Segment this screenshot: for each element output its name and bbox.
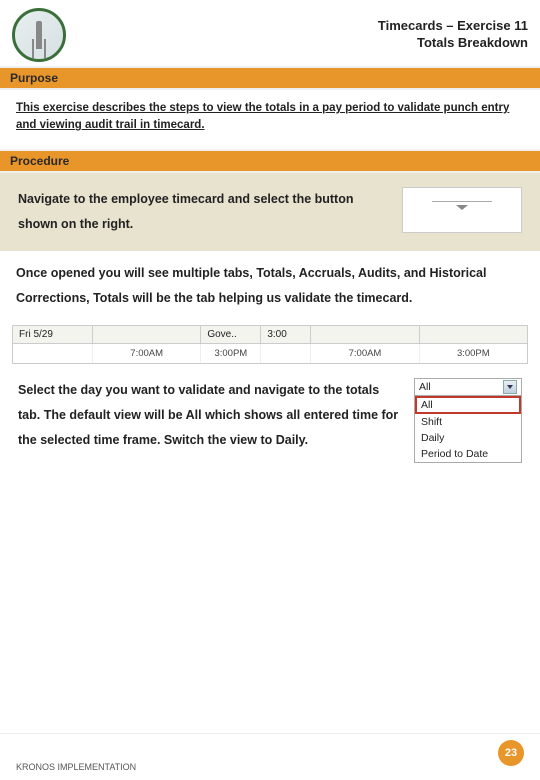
page-number-badge: 23 — [498, 740, 524, 766]
table-row: 7:00AM 3:00PM 7:00AM 3:00PM — [13, 344, 527, 363]
page-footer: KRONOS IMPLEMENTATION 23 — [0, 733, 540, 780]
header-mid: Gove.. — [201, 326, 261, 343]
chevron-down-icon — [432, 201, 492, 219]
header-date: Fri 5/29 — [13, 326, 93, 343]
purpose-text: This exercise describes the steps to vie… — [0, 90, 540, 149]
chevron-down-icon[interactable] — [503, 380, 517, 394]
dropdown-option-shift[interactable]: Shift — [415, 414, 521, 430]
step1-block: Navigate to the employee timecard and se… — [0, 173, 540, 251]
title-line2: Totals Breakdown — [66, 35, 528, 52]
dropdown-option-period[interactable]: Period to Date — [415, 446, 521, 462]
cell-out2: 3:00PM — [420, 344, 527, 363]
cell-in2: 7:00AM — [311, 344, 419, 363]
expand-drawer-button[interactable] — [402, 187, 522, 233]
header-val: 3:00 — [261, 326, 311, 343]
cell-out1: 3:00PM — [201, 344, 261, 363]
section-procedure: Procedure — [0, 149, 540, 173]
table-header-row: Fri 5/29 Gove.. 3:00 — [13, 326, 527, 344]
dropdown-list: All Shift Daily Period to Date — [414, 396, 522, 463]
dropdown-value: All — [419, 381, 431, 393]
step3-block: Select the day you want to validate and … — [0, 364, 540, 467]
dropdown-option-all[interactable]: All — [415, 396, 521, 414]
cell-in1: 7:00AM — [93, 344, 201, 363]
title-block: Timecards – Exercise 11 Totals Breakdown — [66, 18, 528, 52]
footer-label: KRONOS IMPLEMENTATION — [16, 762, 136, 772]
section-purpose: Purpose — [0, 66, 540, 90]
step2-text: Once opened you will see multiple tabs, … — [0, 251, 540, 321]
state-seal-logo — [12, 8, 66, 62]
timecard-grid: Fri 5/29 Gove.. 3:00 7:00AM 3:00PM 7:00A… — [12, 325, 528, 364]
step1-text: Navigate to the employee timecard and se… — [18, 187, 392, 237]
page-header: Timecards – Exercise 11 Totals Breakdown — [0, 0, 540, 66]
view-dropdown[interactable]: All All Shift Daily Period to Date — [414, 378, 522, 463]
title-line1: Timecards – Exercise 11 — [66, 18, 528, 35]
dropdown-field[interactable]: All — [414, 378, 522, 396]
dropdown-option-daily[interactable]: Daily — [415, 430, 521, 446]
step3-text: Select the day you want to validate and … — [18, 378, 404, 463]
